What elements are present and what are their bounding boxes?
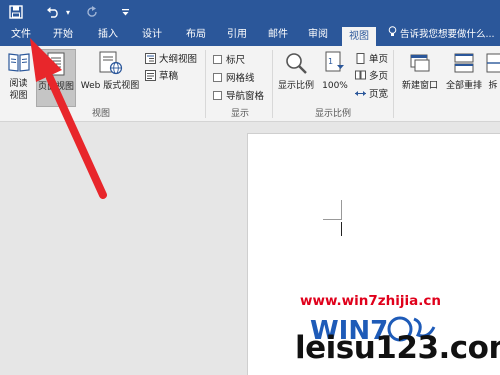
multiple-pages-label: 多页 [369, 71, 389, 82]
watermark-site: leisu123.com [295, 330, 500, 366]
page-100-icon: 1 [325, 51, 344, 72]
svg-text:1: 1 [328, 57, 333, 66]
zoom-group-label: 显示比例 [315, 109, 352, 119]
web-layout-button[interactable]: Web 版式视图 [78, 49, 142, 105]
print-layout-label: 页面视图 [37, 82, 74, 92]
new-window-button[interactable]: 新建窗口 [398, 49, 442, 105]
undo-dropdown-icon[interactable]: ▾ [64, 4, 72, 20]
tab-layout[interactable]: 布局 [181, 25, 211, 46]
tell-me-box[interactable]: 告诉我您想要做什么... [388, 25, 495, 46]
tab-home[interactable]: 开始 [48, 25, 78, 46]
group-separator [272, 50, 273, 118]
zoom-label: 显示比例 [277, 81, 314, 91]
draft-button[interactable]: 草稿 [145, 68, 178, 82]
new-window-icon [410, 54, 430, 72]
multiple-pages-button[interactable]: 多页 [355, 68, 388, 82]
one-page-label: 单页 [369, 54, 389, 65]
new-window-label: 新建窗口 [401, 81, 438, 91]
tab-mailings[interactable]: 邮件 [263, 25, 293, 46]
save-icon[interactable] [8, 4, 24, 20]
tab-view[interactable]: 视图 [342, 27, 376, 46]
show-group-label: 显示 [231, 109, 250, 119]
ribbon-tab-row: 文件 开始 插入 设计 布局 引用 邮件 审阅 视图 告诉我您想要做什么... [0, 25, 500, 46]
margin-mark [341, 200, 342, 220]
outline-icon [145, 52, 156, 64]
web-page-icon [99, 51, 123, 75]
ribbon: 阅读 视图 页面视图 Web 版式视图 大纲视图 草稿 视图 标尺 网格线 导航… [0, 46, 500, 122]
page-icon [47, 52, 65, 76]
arrange-all-button[interactable]: 全部重排 [442, 49, 486, 105]
tell-me-text: 告诉我您想要做什么... [400, 29, 495, 40]
title-bar: ▾ [0, 0, 500, 25]
checkbox-box [213, 72, 222, 82]
margin-mark [323, 219, 341, 220]
group-separator [393, 50, 394, 118]
split-icon [486, 53, 500, 73]
ruler-checkbox[interactable]: 标尺 [213, 52, 245, 66]
draft-label: 草稿 [159, 71, 179, 82]
one-page-button[interactable]: 单页 [355, 51, 388, 65]
lightbulb-icon [388, 25, 397, 44]
gridlines-checkbox[interactable]: 网格线 [213, 70, 255, 84]
watermark-url: www.win7zhijia.cn [300, 293, 441, 309]
checkbox-box [213, 90, 222, 100]
checkbox-box [213, 54, 222, 64]
outline-label: 大纲视图 [159, 54, 198, 65]
one-page-icon [356, 52, 365, 64]
magnifier-icon [286, 53, 307, 74]
outline-button[interactable]: 大纲视图 [145, 51, 197, 65]
customize-icon[interactable] [120, 4, 130, 20]
undo-icon[interactable] [45, 4, 61, 20]
text-cursor [341, 222, 342, 236]
nav-pane-label: 导航窗格 [226, 91, 265, 102]
draft-icon [145, 69, 156, 81]
split-label: 拆 [488, 81, 498, 91]
page-width-button[interactable]: 页宽 [355, 86, 388, 100]
page-width-icon [355, 90, 366, 96]
book-icon [7, 53, 30, 72]
web-layout-label: Web 版式视图 [80, 81, 140, 91]
multiple-pages-icon [355, 70, 366, 79]
zoom-button[interactable]: 显示比例 [276, 49, 316, 105]
redo-icon[interactable] [84, 4, 100, 20]
group-separator [205, 50, 206, 118]
navigation-pane-checkbox[interactable]: 导航窗格 [213, 88, 264, 102]
tab-file[interactable]: 文件 [6, 25, 36, 46]
tab-references[interactable]: 引用 [222, 25, 252, 46]
ruler-label: 标尺 [226, 55, 246, 66]
arrange-all-icon [454, 53, 474, 73]
read-mode-button[interactable]: 阅读 视图 [3, 49, 34, 105]
tab-design[interactable]: 设计 [137, 25, 167, 46]
views-group-label: 视图 [92, 109, 111, 119]
arrange-all-label: 全部重排 [445, 81, 482, 91]
gridlines-label: 网格线 [226, 73, 255, 84]
zoom-100-label: 100% [322, 81, 348, 91]
page-width-label: 页宽 [369, 89, 389, 100]
tab-review[interactable]: 审阅 [303, 25, 333, 46]
split-button[interactable]: 拆 [486, 49, 500, 105]
read-mode-label: 阅读 视图 [9, 79, 28, 101]
print-layout-button[interactable]: 页面视图 [36, 49, 76, 107]
zoom-100-button[interactable]: 1 100% [320, 49, 350, 105]
tab-insert[interactable]: 插入 [93, 25, 123, 46]
